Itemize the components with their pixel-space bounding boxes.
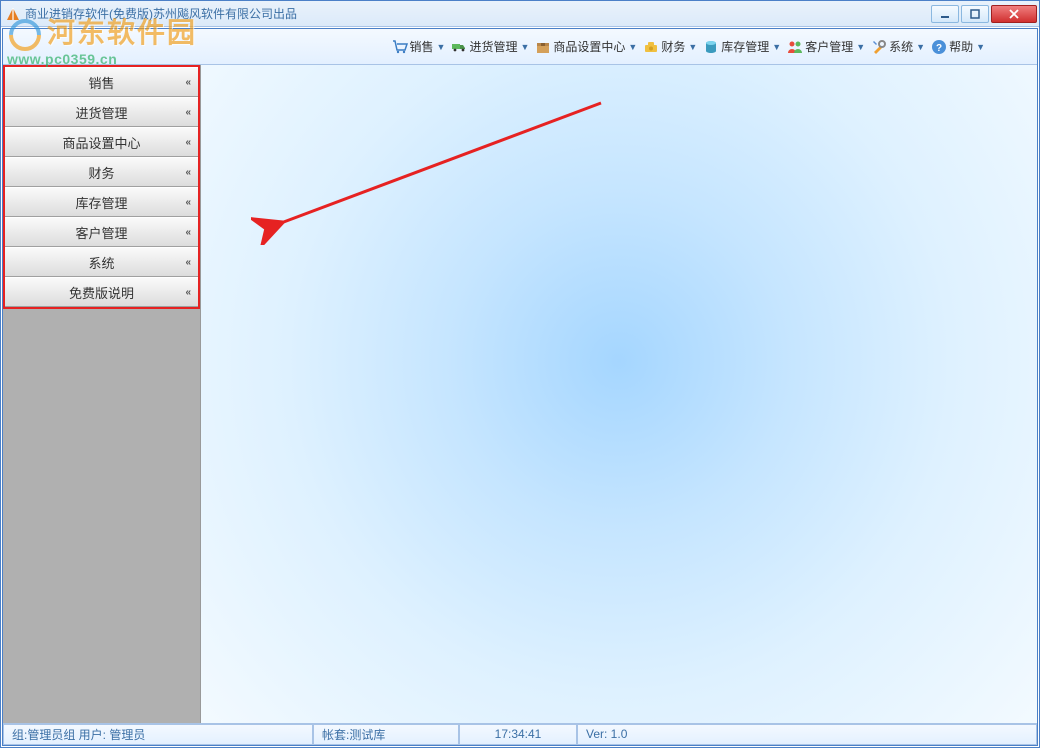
toolbar-item-customers[interactable]: 客户管理 ▼ <box>785 36 867 57</box>
dropdown-icon: ▼ <box>437 42 446 52</box>
sidebar-item-purchase[interactable]: 进货管理 « <box>5 97 198 127</box>
annotation-arrow-icon <box>251 95 611 245</box>
sidebar-item-freeversion[interactable]: 免费版说明 « <box>5 277 198 307</box>
toolbar-label: 销售 <box>410 38 434 55</box>
chevron-left-icon: « <box>185 197 188 208</box>
chevron-left-icon: « <box>185 107 188 118</box>
sidebar-item-label: 库存管理 <box>75 193 127 212</box>
sidebar-item-finance[interactable]: 财务 « <box>5 157 198 187</box>
sidebar-item-system[interactable]: 系统 « <box>5 247 198 277</box>
toolbar-label: 财务 <box>661 38 685 55</box>
status-user: 组:管理员组 用户: 管理员 <box>3 724 313 745</box>
dropdown-icon: ▼ <box>976 42 985 52</box>
toolbar-label: 系统 <box>889 38 913 55</box>
sidebar-item-label: 系统 <box>88 253 114 272</box>
toolbar-label: 库存管理 <box>721 38 769 55</box>
app-window: 商业进销存软件(免费版)苏州飚风软件有限公司出品 河东软件园 www.pc035… <box>0 0 1040 748</box>
sidebar: 销售 « 进货管理 « 商品设置中心 « 财务 « 库存管理 « 客户管理 « 系统 « 免费… <box>3 65 201 723</box>
window-controls <box>931 5 1037 23</box>
dropdown-icon: ▼ <box>856 42 865 52</box>
sidebar-item-label: 进货管理 <box>75 103 127 122</box>
toolbar-item-products[interactable]: 商品设置中心 ▼ <box>533 36 639 57</box>
dropdown-icon: ▼ <box>688 42 697 52</box>
titlebar: 商业进销存软件(免费版)苏州飚风软件有限公司出品 <box>1 1 1039 27</box>
chevron-left-icon: « <box>185 137 188 148</box>
content-area <box>201 65 1037 723</box>
toolbar-item-system[interactable]: 系统 ▼ <box>869 36 927 57</box>
sidebar-item-customers[interactable]: 客户管理 « <box>5 217 198 247</box>
toolbar-label: 商品设置中心 <box>553 38 625 55</box>
toolbar-item-inventory[interactable]: 库存管理 ▼ <box>701 36 783 57</box>
sidebar-item-label: 免费版说明 <box>69 283 134 302</box>
tools-icon <box>871 39 887 55</box>
chevron-left-icon: « <box>185 77 188 88</box>
chevron-left-icon: « <box>185 167 188 178</box>
toolbar-item-help[interactable]: ? 帮助 ▼ <box>929 36 987 57</box>
sidebar-item-sales[interactable]: 销售 « <box>5 67 198 97</box>
sidebar-item-inventory[interactable]: 库存管理 « <box>5 187 198 217</box>
sidebar-item-label: 财务 <box>88 163 114 182</box>
toolbar-label: 帮助 <box>949 38 973 55</box>
statusbar: 组:管理员组 用户: 管理员 帐套:测试库 17:34:41 Ver: 1.0 <box>3 723 1037 745</box>
svg-text:?: ? <box>936 43 942 54</box>
sidebar-item-label: 销售 <box>88 73 114 92</box>
toolbar-item-purchase[interactable]: 进货管理 ▼ <box>449 36 531 57</box>
minimize-button[interactable] <box>931 5 959 23</box>
body-split: 销售 « 进货管理 « 商品设置中心 « 财务 « 库存管理 « 客户管理 « 系统 « 免费… <box>3 65 1037 723</box>
database-icon <box>703 39 719 55</box>
box-icon <box>535 39 551 55</box>
cart-icon <box>392 39 408 55</box>
maximize-button[interactable] <box>961 5 989 23</box>
toolbar-item-finance[interactable]: 财务 ▼ <box>641 36 699 57</box>
dropdown-icon: ▼ <box>520 42 529 52</box>
inner-frame: 销售 ▼ 进货管理 ▼ 商品设置中心 ▼ 财务 ▼ 库存管理 ▼ <box>2 28 1038 746</box>
truck-icon <box>451 39 467 55</box>
chevron-left-icon: « <box>185 227 188 238</box>
toolbar-label: 进货管理 <box>469 38 517 55</box>
sidebar-item-products[interactable]: 商品设置中心 « <box>5 127 198 157</box>
titlebar-left: 商业进销存软件(免费版)苏州飚风软件有限公司出品 <box>5 5 297 22</box>
close-button[interactable] <box>991 5 1037 23</box>
toolbar-label: 客户管理 <box>805 38 853 55</box>
chevron-left-icon: « <box>185 257 188 268</box>
status-version: Ver: 1.0 <box>577 724 1037 745</box>
status-account: 帐套:测试库 <box>313 724 459 745</box>
users-icon <box>787 39 803 55</box>
dropdown-icon: ▼ <box>916 42 925 52</box>
sidebar-item-label: 客户管理 <box>75 223 127 242</box>
toolbar-item-sales[interactable]: 销售 ▼ <box>390 36 448 57</box>
dropdown-icon: ▼ <box>772 42 781 52</box>
dropdown-icon: ▼ <box>628 42 637 52</box>
money-icon <box>643 39 659 55</box>
window-title: 商业进销存软件(免费版)苏州飚风软件有限公司出品 <box>25 5 297 22</box>
top-toolbar: 销售 ▼ 进货管理 ▼ 商品设置中心 ▼ 财务 ▼ 库存管理 ▼ <box>3 29 1037 65</box>
app-icon <box>5 6 21 22</box>
sidebar-menu-highlighted: 销售 « 进货管理 « 商品设置中心 « 财务 « 库存管理 « 客户管理 « 系统 « 免费… <box>3 65 200 309</box>
status-time: 17:34:41 <box>459 724 577 745</box>
sidebar-item-label: 商品设置中心 <box>62 133 140 152</box>
chevron-left-icon: « <box>185 287 188 298</box>
help-icon: ? <box>931 39 947 55</box>
